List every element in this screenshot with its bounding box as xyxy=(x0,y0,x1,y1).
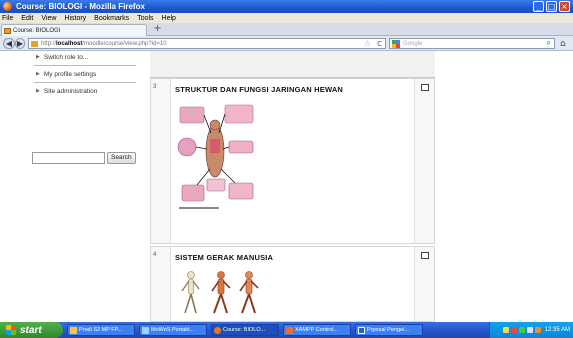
web-search-box[interactable]: Google ⌕ xyxy=(389,38,555,49)
tray-antivirus-icon[interactable] xyxy=(510,327,517,333)
taskbar-item-label: MoWeS Portabl... xyxy=(151,327,194,333)
mowes-icon xyxy=(142,326,149,334)
firefox-icon xyxy=(3,2,12,11)
divider xyxy=(34,82,136,83)
section-title: SISTEM GERAK MANUSIA xyxy=(175,253,274,262)
tray-volume-icon[interactable] xyxy=(526,327,533,333)
tray-network-icon[interactable] xyxy=(502,327,509,333)
reload-button[interactable]: C xyxy=(377,40,382,48)
section-highlight-checkbox[interactable] xyxy=(421,252,429,259)
window-titlebar: Course: BIOLOGI - Mozilla Firefox _ □ × xyxy=(0,0,573,13)
expand-arrow-icon: ▶ xyxy=(36,54,40,60)
page-content: ▶ Switch role to... ▶ My profile setting… xyxy=(0,51,573,322)
url-text: http://localhost/moodle/course/view.php?… xyxy=(41,40,167,47)
menu-tools[interactable]: Tools xyxy=(137,15,153,22)
back-button[interactable]: ◀ xyxy=(3,38,15,49)
taskbar-item-label: Prposal Pengel... xyxy=(367,327,409,333)
sidebar-item-switch-role[interactable]: ▶ Switch role to... xyxy=(30,51,140,63)
section-highlight-checkbox[interactable] xyxy=(421,84,429,91)
taskbar-item-label: Prodi S2 MP FP... xyxy=(79,327,123,333)
minimize-button[interactable]: _ xyxy=(533,1,544,12)
tab-course-biologi[interactable]: Course: BIOLOGI xyxy=(1,24,147,36)
taskbar-clock[interactable]: 12:35 AM xyxy=(545,327,570,333)
course-section-3: 3 STRUKTUR DAN FUNGSI JARINGAN HEWAN xyxy=(150,78,435,244)
human-skeleton-image[interactable] xyxy=(177,269,272,319)
xampp-icon xyxy=(286,326,293,334)
maximize-button[interactable]: □ xyxy=(546,1,557,12)
close-button[interactable]: × xyxy=(559,1,570,12)
start-button[interactable]: start xyxy=(0,322,63,338)
windows-taskbar: start Prodi S2 MP FP... MoWeS Portabl...… xyxy=(0,322,573,338)
menu-file[interactable]: File xyxy=(2,15,13,22)
tray-update-icon[interactable] xyxy=(518,327,525,333)
moodle-favicon-icon xyxy=(4,27,11,34)
tab-label: Course: BIOLOGI xyxy=(13,27,61,34)
taskbar-item-proposal[interactable]: Prposal Pengel... xyxy=(355,324,423,336)
section-number: 3 xyxy=(153,84,157,90)
site-identity-icon[interactable] xyxy=(31,40,38,47)
windows-logo-icon xyxy=(6,325,16,335)
navigation-bar: ◀ ▶ http://localhost/moodle/course/view.… xyxy=(0,36,573,51)
muscle-skeleton-figure xyxy=(239,271,259,314)
animal-tissue-diagram[interactable] xyxy=(177,99,257,219)
sidebar-item-label: Site administration xyxy=(43,87,98,95)
menu-help[interactable]: Help xyxy=(162,15,176,22)
taskbar-item-mowes[interactable]: MoWeS Portabl... xyxy=(139,324,207,336)
taskbar-item-label: Course: BIOLO... xyxy=(223,327,266,333)
taskbar-item-label: XAMPP Control... xyxy=(295,327,338,333)
section-number: 4 xyxy=(153,252,157,258)
expand-arrow-icon: ▶ xyxy=(36,71,40,77)
tray-app-icon[interactable] xyxy=(534,327,541,333)
forward-button[interactable]: ▶ xyxy=(15,38,25,49)
google-engine-icon[interactable] xyxy=(392,39,400,48)
muscle-figure xyxy=(211,271,231,314)
url-bar[interactable]: http://localhost/moodle/course/view.php?… xyxy=(28,38,386,49)
sidebar-item-label: My profile settings xyxy=(43,70,97,78)
sidebar-item-profile-settings[interactable]: ▶ My profile settings xyxy=(30,68,140,80)
section-title: STRUKTUR DAN FUNGSI JARINGAN HEWAN xyxy=(175,85,344,94)
course-search-form: Search xyxy=(32,152,136,164)
folder-icon xyxy=(70,326,77,334)
previous-section-end xyxy=(150,51,435,78)
section-left-margin xyxy=(151,247,171,321)
new-tab-button[interactable]: + xyxy=(151,24,164,35)
divider xyxy=(34,65,136,66)
menu-history[interactable]: History xyxy=(64,15,86,22)
system-tray: 12:35 AM xyxy=(489,322,573,338)
course-search-input[interactable] xyxy=(32,152,105,164)
section-right-margin xyxy=(414,79,434,243)
taskbar-item-xampp[interactable]: XAMPP Control... xyxy=(283,324,351,336)
search-button[interactable]: Search xyxy=(107,152,136,164)
settings-block: ▶ Switch role to... ▶ My profile setting… xyxy=(30,51,140,97)
magnifier-icon[interactable]: ⌕ xyxy=(547,38,551,48)
section-left-margin xyxy=(151,79,171,243)
home-icon[interactable]: ⌂ xyxy=(560,39,566,49)
taskbar-item-prodi[interactable]: Prodi S2 MP FP... xyxy=(67,324,135,336)
word-document-icon xyxy=(358,326,365,334)
sidebar-item-label: Switch role to... xyxy=(43,53,89,61)
skeleton-figure xyxy=(181,271,200,314)
bookmark-star-icon[interactable]: ☆ xyxy=(364,39,371,48)
menu-bar: File Edit View History Bookmarks Tools H… xyxy=(0,13,573,23)
expand-arrow-icon: ▶ xyxy=(36,88,40,94)
menu-view[interactable]: View xyxy=(41,15,56,22)
start-label: start xyxy=(20,324,42,336)
firefox-icon xyxy=(214,326,221,334)
tab-strip: Course: BIOLOGI + xyxy=(0,23,573,36)
window-title: Course: BIOLOGI - Mozilla Firefox xyxy=(16,2,145,11)
taskbar-item-firefox[interactable]: Course: BIOLO... xyxy=(211,324,279,336)
menu-edit[interactable]: Edit xyxy=(21,15,33,22)
menu-bookmarks[interactable]: Bookmarks xyxy=(94,15,129,22)
course-section-4: 4 SISTEM GERAK MANUSIA xyxy=(150,246,435,322)
search-placeholder: Google xyxy=(403,40,423,47)
sidebar-item-site-admin[interactable]: ▶ Site administration xyxy=(30,85,140,97)
